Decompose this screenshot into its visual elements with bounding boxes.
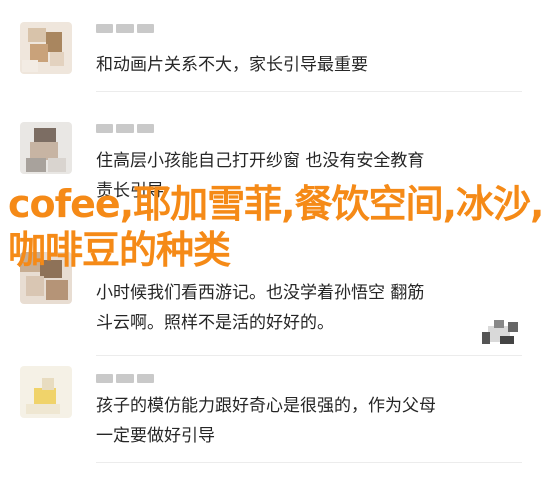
comment-text: 和动画片关系不大，家长引导最重要 — [96, 55, 368, 75]
comment-list: 和动画片关系不大，家长引导最重要 住高层小孩能自己打开纱窗 也没有安全教育 责长… — [0, 0, 550, 477]
avatar[interactable] — [20, 366, 72, 418]
comment-item: 住高层小孩能自己打开纱窗 也没有安全教育 责长引导 — [0, 92, 550, 212]
comment-text: 小时候我们看西游记。也没学着孙悟空 翻筋 — [96, 283, 425, 303]
comment-item: 小时候我们看西游记。也没学着孙悟空 翻筋 斗云啊。照样不是活的好好的。 — [0, 212, 550, 356]
comment-item: 孩子的模仿能力跟好奇心是很强的，作为父母 一定要做好引导 — [0, 356, 550, 477]
avatar[interactable] — [20, 122, 72, 174]
comment-text: 一定要做好引导 — [96, 426, 215, 446]
sticker-icon — [478, 318, 522, 348]
username[interactable] — [96, 374, 154, 383]
username[interactable] — [96, 124, 154, 133]
avatar[interactable] — [20, 22, 72, 74]
username[interactable] — [96, 24, 154, 33]
divider — [96, 462, 522, 463]
comment-text: 住高层小孩能自己打开纱窗 也没有安全教育 — [96, 151, 425, 171]
comment-text: 孩子的模仿能力跟好奇心是很强的，作为父母 — [96, 396, 436, 416]
comment-text: 责长引导 — [96, 181, 164, 201]
comment-text: 斗云啊。照样不是活的好好的。 — [96, 313, 334, 333]
avatar[interactable] — [20, 252, 72, 304]
comment-item: 和动画片关系不大，家长引导最重要 — [0, 0, 550, 92]
